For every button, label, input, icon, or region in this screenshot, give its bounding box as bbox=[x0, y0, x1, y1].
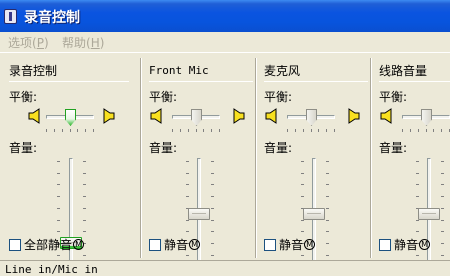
channel-panel-front-mic: Front Mic 平衡: 音量: 静音 M bbox=[140, 53, 255, 276]
channel-panel-microphone: 麦克风 平衡: 音量: 静音 M bbox=[255, 53, 370, 276]
menu-options[interactable]: 选项(P) bbox=[8, 34, 49, 51]
balance-ticks bbox=[287, 129, 335, 132]
balance-ticks bbox=[402, 129, 450, 132]
mute-checkbox[interactable]: 静音 M bbox=[149, 236, 201, 252]
balance-label: 平衡: bbox=[149, 90, 178, 104]
speaker-right-icon bbox=[103, 108, 115, 124]
title-divider bbox=[9, 81, 129, 82]
balance-label: 平衡: bbox=[379, 90, 408, 104]
volume-track bbox=[69, 158, 73, 276]
title-bar[interactable]: 录音控制 bbox=[0, 0, 450, 32]
volume-slider[interactable] bbox=[303, 208, 325, 220]
mute-all-checkbox[interactable]: 全部静音 M bbox=[9, 236, 85, 252]
balance-ticks bbox=[46, 129, 94, 132]
mute-checkbox[interactable]: 静音 M bbox=[379, 236, 431, 252]
channel-title: 麦克风 bbox=[264, 64, 301, 78]
balance-label: 平衡: bbox=[9, 90, 38, 104]
volume-ticks-right bbox=[211, 161, 214, 276]
speaker-right-icon bbox=[233, 108, 245, 124]
status-text: Line in/Mic in bbox=[5, 263, 98, 276]
status-bar: Line in/Mic in bbox=[0, 260, 450, 276]
channel-panel-recording-control: 录音控制 平衡: 音量: 全部静音 M bbox=[0, 53, 138, 276]
volume-label: 音量: bbox=[9, 141, 38, 155]
balance-slider[interactable] bbox=[65, 109, 76, 126]
channel-title: Front Mic bbox=[149, 64, 209, 77]
speaker-left-icon bbox=[380, 108, 392, 124]
volume-label: 音量: bbox=[264, 141, 293, 155]
speaker-left-icon bbox=[28, 108, 40, 124]
volume-ticks-right bbox=[83, 161, 86, 276]
checkbox-box[interactable] bbox=[9, 238, 21, 251]
balance-slider[interactable] bbox=[191, 109, 202, 126]
volume-label: 音量: bbox=[149, 141, 178, 155]
volume-label: 音量: bbox=[379, 141, 408, 155]
checkbox-box[interactable] bbox=[379, 238, 391, 251]
checkbox-box[interactable] bbox=[264, 238, 276, 251]
balance-slider[interactable] bbox=[421, 109, 432, 126]
title-divider bbox=[149, 81, 253, 82]
balance-label: 平衡: bbox=[264, 90, 293, 104]
speaker-left-icon bbox=[150, 108, 162, 124]
channel-title: 录音控制 bbox=[9, 64, 58, 78]
volume-control-app-icon[interactable] bbox=[4, 9, 17, 24]
balance-ticks bbox=[172, 129, 220, 132]
speaker-left-icon bbox=[265, 108, 277, 124]
volume-ticks-left bbox=[57, 161, 60, 276]
volume-ticks-right bbox=[326, 161, 329, 276]
title-divider bbox=[379, 81, 450, 82]
volume-ticks-right bbox=[441, 161, 444, 260]
menu-bar: 选项(P) 帮助(H) bbox=[0, 32, 450, 52]
volume-slider[interactable] bbox=[418, 208, 440, 220]
volume-slider[interactable] bbox=[188, 208, 210, 220]
balance-slider[interactable] bbox=[306, 109, 317, 126]
title-divider bbox=[264, 81, 368, 82]
window-title: 录音控制 bbox=[24, 10, 80, 26]
channel-title: 线路音量 bbox=[379, 64, 428, 78]
mute-checkbox[interactable]: 静音 M bbox=[264, 236, 316, 252]
checkbox-box[interactable] bbox=[149, 238, 161, 251]
channel-panel-line-volume: 线路音量 平衡: 音量: 静音 M bbox=[370, 53, 450, 260]
menu-help[interactable]: 帮助(H) bbox=[62, 34, 104, 51]
speaker-right-icon bbox=[348, 108, 360, 124]
